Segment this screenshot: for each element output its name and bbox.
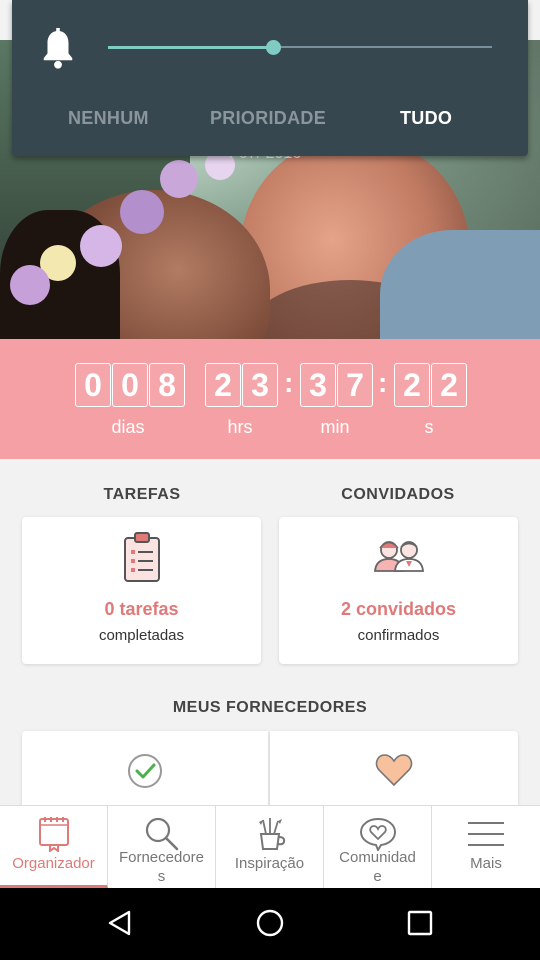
guests-title: CONVIDADOS (341, 486, 455, 503)
notification-panel: NENHUM PRIORIDADE TUDO (12, 0, 528, 156)
home-icon[interactable] (255, 908, 285, 938)
nav-label: Mais (470, 855, 502, 872)
volume-slider-fill (108, 46, 274, 49)
hours-label: hrs (227, 417, 253, 437)
countdown-banner: 0 0 8 2 3 : 3 7 : 2 2 dias hrs min s (0, 339, 540, 459)
colon-separator: : (378, 367, 388, 398)
nav-mais[interactable]: Mais (432, 806, 540, 888)
bell-icon[interactable] (40, 28, 76, 70)
vendors-title: MEUS FORNECEDORES (172, 699, 368, 716)
guests-count: 2 convidados (340, 599, 457, 619)
nav-label: Inspiração (234, 855, 305, 872)
option-tudo[interactable]: TUDO (400, 108, 452, 129)
minutes-digit-1: 3 (300, 363, 336, 407)
days-label: dias (111, 417, 145, 437)
check-icon (128, 754, 162, 788)
screen: / 07/ 2016 NENHUM PRIORIDADE TUDO 0 0 8 … (0, 0, 540, 960)
heart-bubble-icon (359, 817, 396, 851)
days-digit-1: 0 (75, 363, 111, 407)
heart-icon (375, 754, 413, 787)
tasks-subtitle: completadas (98, 627, 185, 644)
volume-slider-thumb[interactable] (266, 40, 282, 55)
nav-organizador[interactable]: Organizador (0, 806, 108, 888)
tasks-title: TAREFAS (103, 486, 181, 503)
system-nav-bar (0, 888, 540, 960)
tasks-count: 0 tarefas (104, 599, 179, 619)
menu-icon (468, 822, 504, 846)
minutes-label: min (320, 417, 350, 437)
guests-subtitle: confirmados (357, 627, 440, 644)
days-digit-2: 0 (112, 363, 148, 407)
tasks-card[interactable]: 0 tarefas completadas (22, 517, 261, 664)
seconds-digit-2: 2 (431, 363, 467, 407)
bottom-nav: Organizador Fornecedore s Inspiração Com… (0, 805, 540, 888)
nav-label: Comunidad e (339, 849, 416, 885)
option-prioridade[interactable]: PRIORIDADE (210, 108, 326, 129)
seconds-digit-1: 2 (394, 363, 430, 407)
vase-icon (258, 818, 285, 850)
hours-digit-2: 3 (242, 363, 278, 407)
couple-icon (373, 541, 424, 572)
clipboard-icon (123, 532, 160, 582)
nav-fornecedores[interactable]: Fornecedore s (108, 806, 216, 888)
back-icon[interactable] (105, 908, 135, 938)
colon-separator: : (284, 367, 294, 398)
nav-inspiracao[interactable]: Inspiração (216, 806, 324, 888)
days-digit-3: 8 (149, 363, 185, 407)
search-icon (145, 817, 178, 851)
guests-card[interactable]: 2 convidados confirmados (279, 517, 518, 664)
minutes-digit-2: 7 (337, 363, 373, 407)
notebook-icon (38, 817, 69, 852)
recents-icon[interactable] (406, 908, 434, 938)
hours-digit-1: 2 (205, 363, 241, 407)
nav-label: Organizador (12, 855, 95, 872)
nav-label: Fornecedore s (118, 849, 205, 885)
option-nenhum[interactable]: NENHUM (68, 108, 149, 129)
nav-comunidade[interactable]: Comunidad e (324, 806, 432, 888)
seconds-label: s (424, 417, 434, 437)
